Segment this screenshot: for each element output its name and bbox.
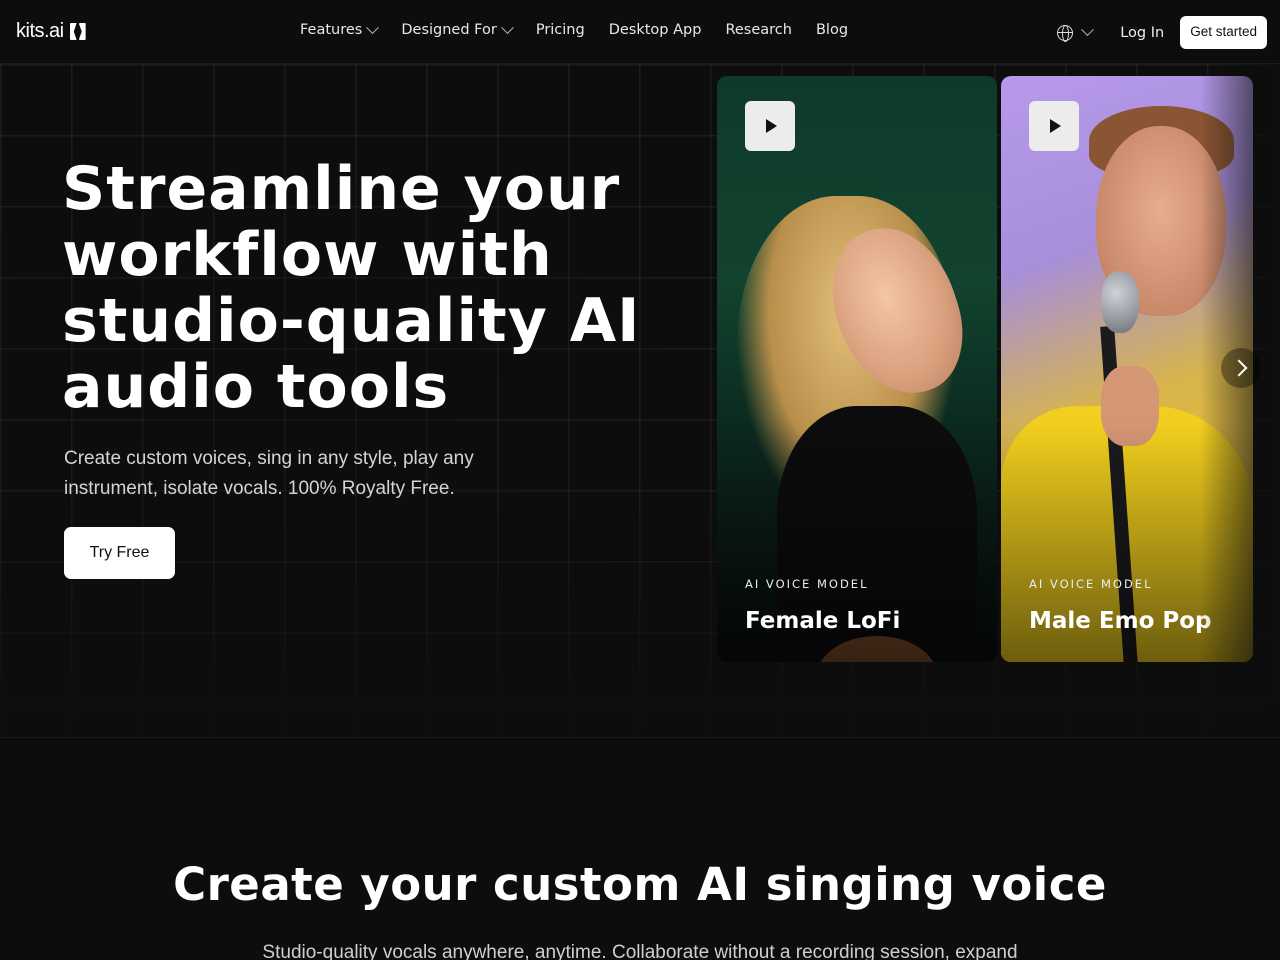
section-title: Create your custom AI singing voice	[173, 858, 1107, 911]
hero-title: Streamline your workflow with studio-qua…	[62, 154, 641, 422]
nav-item-pricing[interactable]: Pricing	[536, 22, 585, 38]
chevron-down-icon	[1081, 23, 1095, 37]
card-name: Male Emo Pop	[1029, 608, 1212, 634]
play-icon[interactable]	[1029, 101, 1079, 151]
section-subtitle: Studio-quality vocals anywhere, anytime.…	[262, 942, 1018, 960]
nav-item-designed-for[interactable]: Designed For	[401, 20, 514, 38]
nav-right: Log In Get started	[1057, 16, 1267, 49]
logo[interactable]: kits.ai	[16, 20, 87, 43]
nav-links: Features Designed For Pricing Desktop Ap…	[300, 20, 848, 38]
nav-item-label: Designed For	[401, 22, 497, 38]
try-free-button[interactable]: Try Free	[64, 527, 175, 579]
nav-item-research[interactable]: Research	[725, 22, 792, 38]
nav-item-label: Features	[300, 22, 363, 38]
voice-model-card-female-lofi[interactable]: AI VOICE MODEL Female LoFi	[717, 76, 997, 662]
chevron-down-icon	[500, 20, 514, 34]
top-navbar: kits.ai Features Designed For Pricing De…	[0, 0, 1280, 64]
play-icon[interactable]	[745, 101, 795, 151]
language-selector[interactable]	[1057, 23, 1095, 42]
card-kicker: AI VOICE MODEL	[1029, 577, 1153, 591]
nav-item-blog[interactable]: Blog	[816, 22, 848, 38]
login-link[interactable]: Log In	[1120, 25, 1164, 41]
logo-text: kits.ai	[16, 20, 64, 42]
hero-section: Streamline your workflow with studio-qua…	[0, 64, 1280, 738]
get-started-button[interactable]: Get started	[1180, 16, 1267, 49]
globe-icon	[1057, 24, 1074, 42]
chevron-right-icon[interactable]	[1221, 348, 1261, 388]
nav-item-desktop-app[interactable]: Desktop App	[609, 22, 702, 38]
nav-item-label: Desktop App	[608, 22, 702, 38]
voice-model-card-male-emo-pop[interactable]: AI VOICE MODEL Male Emo Pop	[1001, 76, 1253, 662]
card-name: Female LoFi	[745, 608, 901, 634]
nav-item-label: Pricing	[535, 22, 585, 38]
hero-subtitle: Create custom voices, sing in any style,…	[64, 448, 474, 499]
card-kicker: AI VOICE MODEL	[745, 577, 869, 591]
chevron-down-icon	[366, 20, 380, 34]
nav-item-label: Research	[725, 22, 792, 38]
logo-mark-icon	[69, 23, 87, 40]
nav-item-features[interactable]: Features	[300, 20, 380, 38]
nav-item-label: Blog	[815, 22, 849, 38]
microphone-icon	[1101, 271, 1139, 333]
